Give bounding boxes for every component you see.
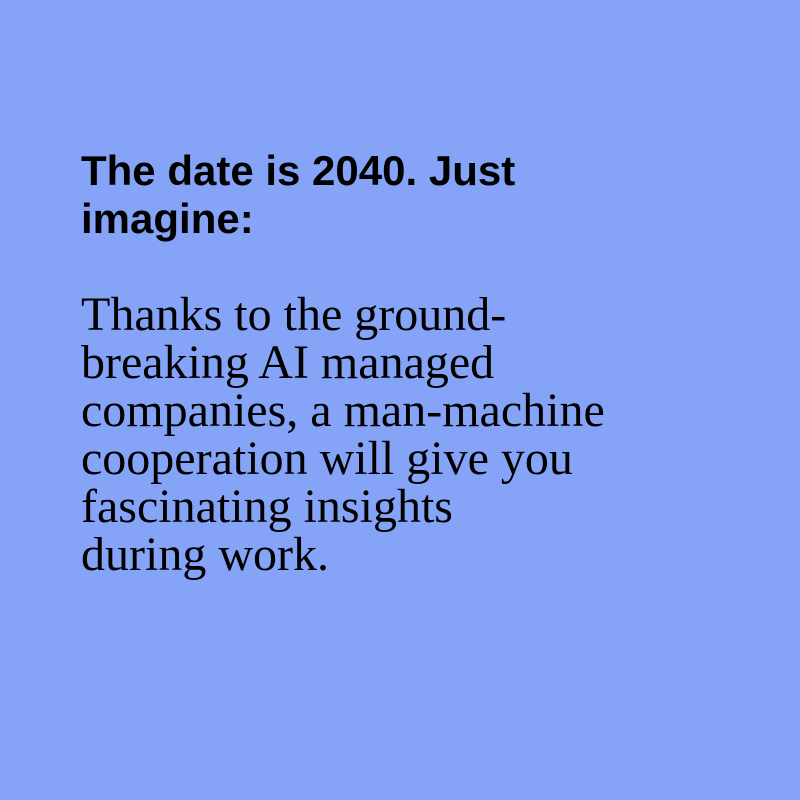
body-line: companies, a man-machine <box>81 384 605 437</box>
body-line: breaking AI managed <box>81 336 495 389</box>
text-card: The date is 2040. Just imagine: Thanks t… <box>0 0 800 800</box>
body-line: during work. <box>81 528 329 581</box>
body-paragraph: Thanks to the ground- breaking AI manage… <box>81 291 800 579</box>
headline-line: The date is 2040. Just <box>81 147 516 194</box>
headline: The date is 2040. Just imagine: <box>81 147 800 243</box>
body-line: Thanks to the ground- <box>81 288 507 341</box>
headline-line: imagine: <box>81 195 254 242</box>
body-line: cooperation will give you <box>81 432 573 485</box>
body-line: fascinating insights <box>81 480 453 533</box>
